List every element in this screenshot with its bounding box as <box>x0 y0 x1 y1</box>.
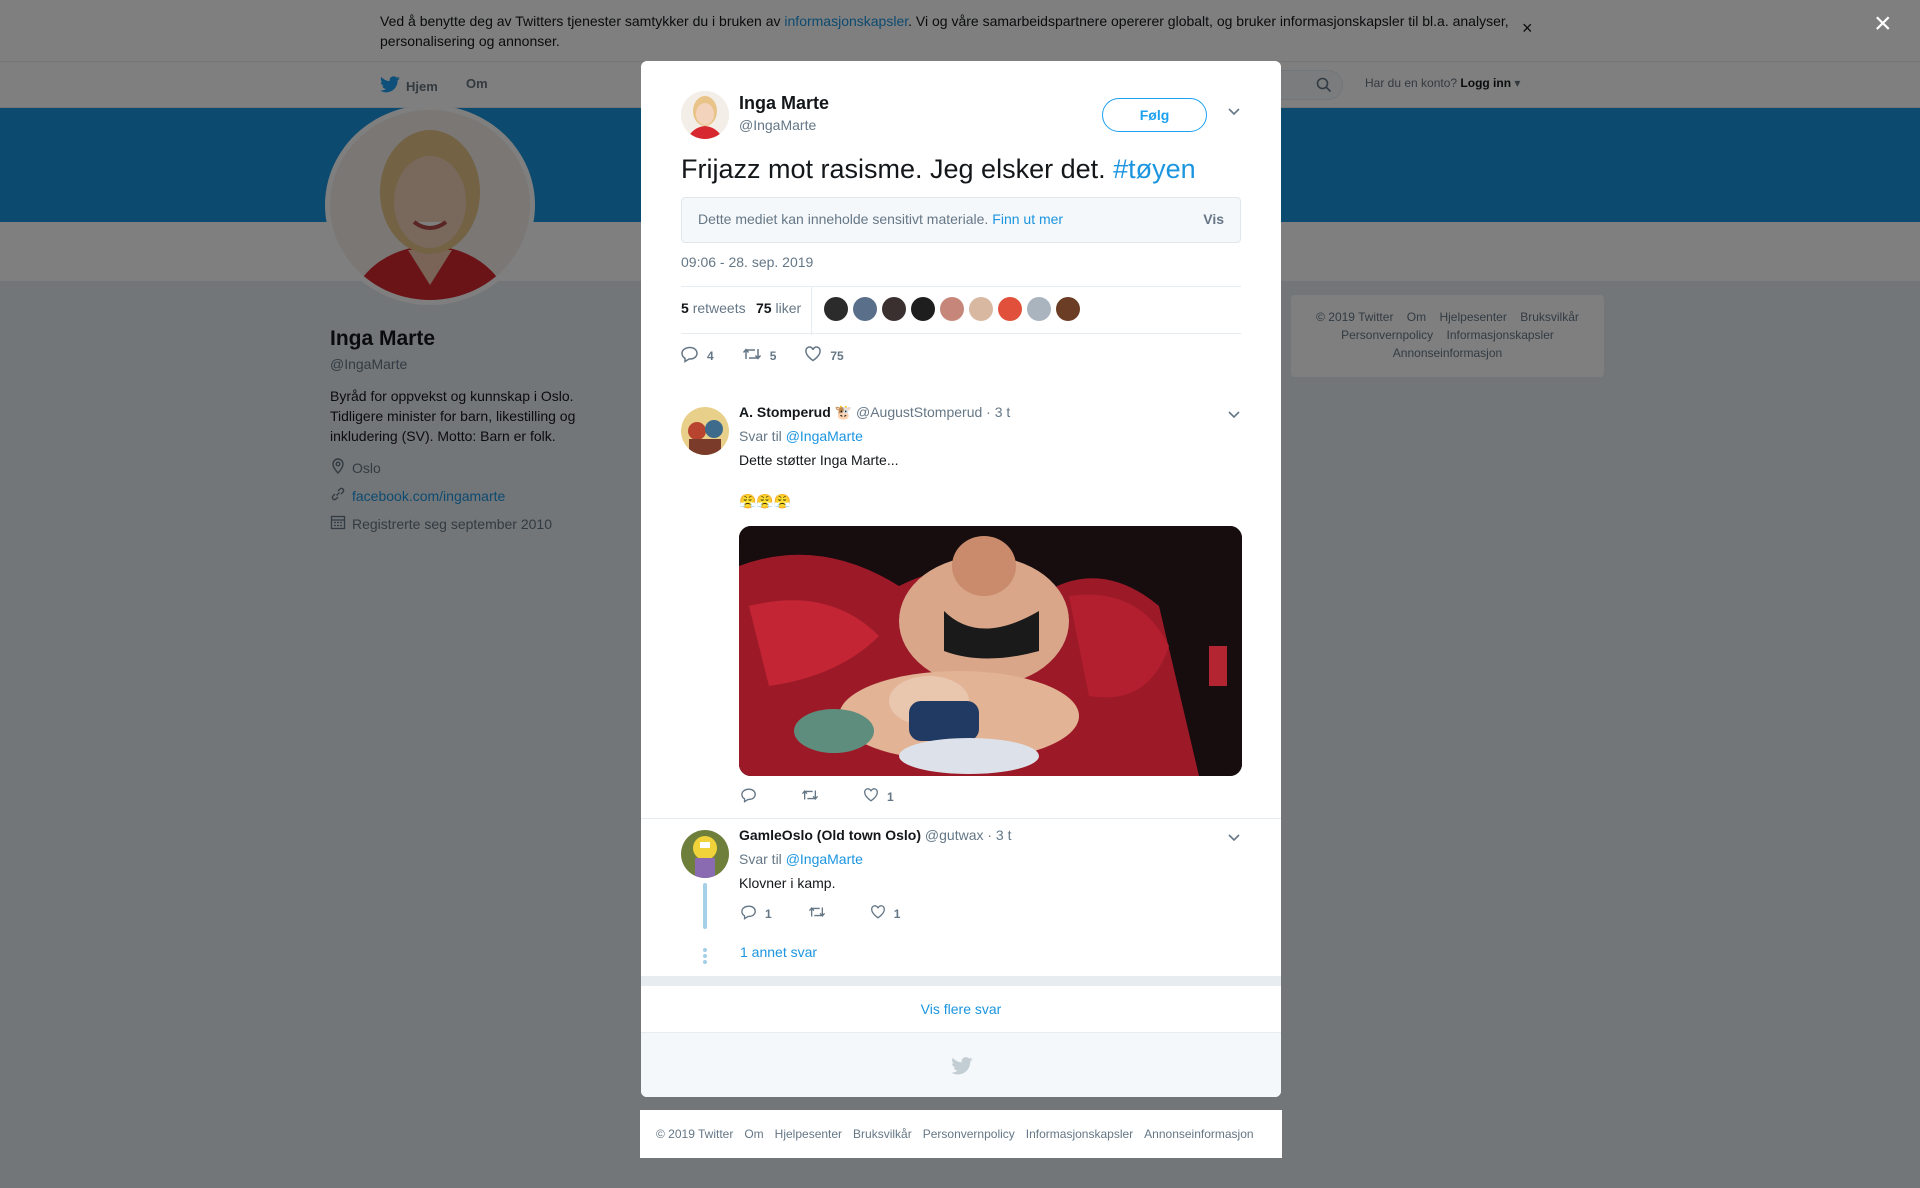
divider <box>641 818 1281 819</box>
reply-button[interactable] <box>741 787 765 806</box>
thread-dot <box>703 948 707 952</box>
liker-avatar[interactable] <box>882 297 906 321</box>
chevron-down-icon[interactable] <box>1227 830 1241 848</box>
tweet-text: Frijazz mot rasisme. Jeg elsker det. #tø… <box>681 154 1196 184</box>
modal-footer <box>641 1033 1281 1097</box>
retweet-button[interactable] <box>808 904 834 923</box>
reply-time[interactable]: · 3 t <box>986 404 1010 420</box>
tweet-actions: 4 5 75 <box>681 345 872 366</box>
twitter-bird-icon <box>951 1057 973 1080</box>
reply-to-link[interactable]: @IngaMarte <box>786 851 863 867</box>
like-icon <box>863 787 879 806</box>
footer-link[interactable]: Om <box>744 1127 763 1141</box>
author-handle[interactable]: @IngaMarte <box>739 117 816 133</box>
liker-avatar[interactable] <box>824 297 848 321</box>
liker-avatar[interactable] <box>1027 297 1051 321</box>
bottom-footer: © 2019 Twitter Om Hjelpesenter Bruksvilk… <box>640 1110 1282 1158</box>
thread-dot <box>703 954 707 958</box>
chevron-down-icon[interactable] <box>1227 104 1241 122</box>
reply-header: GamleOslo (Old town Oslo) @gutwax · 3 t <box>739 827 1012 843</box>
reply-avatar[interactable] <box>681 407 729 455</box>
retweet-icon <box>808 904 826 923</box>
tweet-timestamp[interactable]: 09:06 - 28. sep. 2019 <box>681 254 813 270</box>
liker-avatar[interactable] <box>940 297 964 321</box>
reply-icon <box>681 345 699 366</box>
liker-avatar[interactable] <box>1056 297 1080 321</box>
reply-button[interactable]: 1 <box>741 904 772 923</box>
like-button[interactable]: 75 <box>804 345 844 366</box>
reply-header: A. Stomperud 🐮 @AugustStomperud · 3 t <box>739 404 1011 420</box>
reply-author-handle[interactable]: @AugustStomperud <box>856 404 982 420</box>
show-media-button[interactable]: Vis <box>1203 211 1224 227</box>
retweet-icon <box>801 787 819 806</box>
learn-more-link[interactable]: Finn ut mer <box>992 211 1063 227</box>
retweet-button[interactable]: 5 <box>742 345 776 366</box>
chevron-down-icon[interactable] <box>1227 407 1241 425</box>
footer-link[interactable]: Informasjonskapsler <box>1026 1127 1133 1141</box>
thread-dot <box>703 960 707 964</box>
footer-link[interactable]: Annonseinformasjon <box>1144 1127 1253 1141</box>
footer-link[interactable]: Hjelpesenter <box>775 1127 842 1141</box>
like-icon <box>804 345 822 366</box>
stats-divider <box>811 287 812 335</box>
hashtag-link[interactable]: #tøyen <box>1113 154 1196 184</box>
author-avatar[interactable] <box>681 91 729 139</box>
liker-avatars <box>824 297 1080 321</box>
reply-actions: 1 <box>741 787 930 806</box>
reply-icon <box>741 787 757 806</box>
reply-time[interactable]: · 3 t <box>987 827 1011 843</box>
like-button[interactable]: 1 <box>870 904 900 923</box>
footer-link[interactable]: Personvernpolicy <box>923 1127 1015 1141</box>
follow-button[interactable]: Følg <box>1102 98 1207 132</box>
divider-band <box>641 976 1281 986</box>
more-replies-link[interactable]: 1 annet svar <box>740 944 817 960</box>
liker-avatar[interactable] <box>911 297 935 321</box>
like-button[interactable]: 1 <box>863 787 894 806</box>
reply-text: Klovner i kamp. <box>739 875 836 891</box>
retweet-button[interactable] <box>801 787 827 806</box>
tweet-stats: 5 retweets 75 liker <box>681 286 1241 335</box>
footer-copyright: © 2019 Twitter <box>656 1127 734 1141</box>
reply-avatar[interactable] <box>681 830 729 878</box>
close-icon[interactable]: × <box>1874 9 1892 39</box>
show-more-replies-button[interactable]: Vis flere svar <box>641 986 1281 1033</box>
author-name[interactable]: Inga Marte <box>739 93 829 114</box>
reply-icon <box>741 904 757 923</box>
like-stat[interactable]: 75 liker <box>756 300 801 316</box>
reply-to: Svar til @IngaMarte <box>739 851 863 867</box>
retweet-stat[interactable]: 5 retweets <box>681 300 746 316</box>
reply-button[interactable]: 4 <box>681 345 714 366</box>
liker-avatar[interactable] <box>969 297 993 321</box>
sensitive-media-notice: Dette mediet kan inneholde sensitivt mat… <box>681 197 1241 243</box>
retweet-icon <box>742 345 762 366</box>
thread-line <box>703 883 707 929</box>
reply-to: Svar til @IngaMarte <box>739 428 863 444</box>
liker-avatar[interactable] <box>998 297 1022 321</box>
reply-author-name[interactable]: GamleOslo (Old town Oslo) <box>739 827 921 843</box>
tweet-modal: Inga Marte @IngaMarte Følg Frijazz mot r… <box>641 61 1281 1097</box>
footer-link[interactable]: Bruksvilkår <box>853 1127 912 1141</box>
liker-avatar[interactable] <box>853 297 877 321</box>
like-icon <box>870 904 886 923</box>
reply-author-name[interactable]: A. Stomperud <box>739 404 831 420</box>
reply-text: Dette støtter Inga Marte... <box>739 452 899 468</box>
reply-media-image[interactable] <box>739 526 1242 776</box>
reply-author-handle[interactable]: @gutwax <box>925 827 984 843</box>
reply-actions: 1 1 <box>741 904 936 923</box>
reply-emoji-line: 😤😤😤 <box>739 493 792 509</box>
reply-to-link[interactable]: @IngaMarte <box>786 428 863 444</box>
